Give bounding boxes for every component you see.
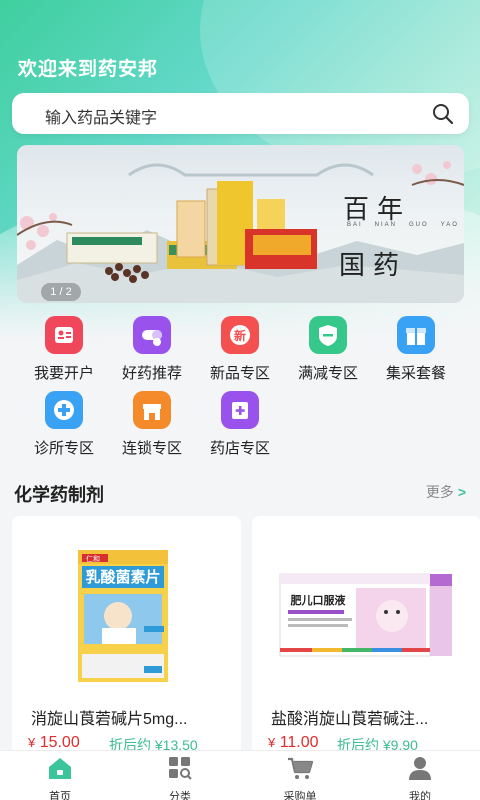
menu-label: 我要开户 <box>33 365 94 382</box>
svg-text:新: 新 <box>234 328 246 343</box>
product-box-label: 乳酸菌素片 <box>85 568 160 586</box>
more-link[interactable]: 更多 > <box>426 482 466 502</box>
tab-label: 分类 <box>169 791 191 800</box>
product-brand: 仁和 <box>86 554 100 563</box>
menu-group-purchase[interactable]: 集采套餐 <box>372 316 460 386</box>
gift-icon <box>397 316 435 354</box>
product-card[interactable]: 肥儿口服液 盐酸消旋山莨菪碱注... ¥ 11.00 折后约 ¥9.90 <box>252 516 480 766</box>
search-bar[interactable]: 输入药品关键字 <box>12 93 469 134</box>
cart-icon <box>288 757 314 779</box>
product-name: 盐酸消旋山莨菪碱注... <box>271 711 429 728</box>
new-badge-icon: 新 <box>221 316 259 354</box>
clinic-cross-icon <box>45 391 83 429</box>
menu-label: 药店专区 <box>209 440 270 457</box>
tab-category[interactable]: 分类 <box>120 755 240 800</box>
banner-subtitle: BAI NIAN GUO YAO <box>347 222 459 228</box>
menu-pharmacy[interactable]: 药店专区 <box>196 391 284 461</box>
tab-label: 采购单 <box>283 791 317 800</box>
tab-home[interactable]: 首页 <box>0 755 120 800</box>
menu-clinic[interactable]: 诊所专区 <box>20 391 108 461</box>
menu-label: 连锁专区 <box>121 440 182 457</box>
product-box-label: 肥儿口服液 <box>291 593 347 607</box>
product-image: 肥儿口服液 <box>279 573 452 657</box>
menu-recommend[interactable]: 好药推荐 <box>108 316 196 386</box>
welcome-title: 欢迎来到药安邦 <box>18 59 159 80</box>
product-card[interactable]: 仁和 乳酸菌素片 消旋山莨菪碱片5mg... ¥ 15.00 折后约 ¥13.5… <box>12 516 241 766</box>
menu-label: 诊所专区 <box>33 440 94 457</box>
tab-label: 首页 <box>49 791 71 800</box>
product-name: 消旋山莨菪碱片5mg... <box>31 711 188 728</box>
section-title: 化学药制剂 <box>14 485 104 505</box>
search-icon[interactable] <box>431 102 455 126</box>
menu-chain[interactable]: 连锁专区 <box>108 391 196 461</box>
user-card-icon <box>45 316 83 354</box>
product-image: 仁和 乳酸菌素片 <box>78 550 168 682</box>
pharmacy-icon <box>221 391 259 429</box>
banner-indicator: 1 / 2 <box>41 283 81 301</box>
more-label: 更多 <box>425 484 454 500</box>
tab-profile[interactable]: 我的 <box>360 755 480 800</box>
banner-title-1: 百年 <box>343 195 412 225</box>
banner-title-2: 国药 <box>339 251 408 281</box>
shield-discount-icon <box>309 316 347 354</box>
bottom-tab-bar: 首页 分类 采购单 我的 <box>0 750 480 800</box>
menu-open-account[interactable]: 我要开户 <box>20 316 108 386</box>
menu-new-products[interactable]: 新 新品专区 <box>196 316 284 386</box>
tab-cart[interactable]: 采购单 <box>240 755 360 800</box>
profile-icon <box>409 757 431 780</box>
menu-label: 好药推荐 <box>121 365 182 382</box>
menu-label: 满减专区 <box>297 365 358 382</box>
promo-banner[interactable]: 百年 BAI NIAN GUO YAO 国药 1 / 2 <box>17 145 464 303</box>
category-icon <box>169 757 192 780</box>
store-icon <box>133 391 171 429</box>
tab-label: 我的 <box>409 791 431 800</box>
menu-discount[interactable]: 满减专区 <box>284 316 372 386</box>
home-icon <box>49 758 71 779</box>
pill-icon <box>133 316 171 354</box>
menu-label: 新品专区 <box>209 365 270 382</box>
menu-label: 集采套餐 <box>385 365 446 382</box>
chevron-right-icon: > <box>457 484 466 500</box>
search-placeholder: 输入药品关键字 <box>45 110 158 127</box>
